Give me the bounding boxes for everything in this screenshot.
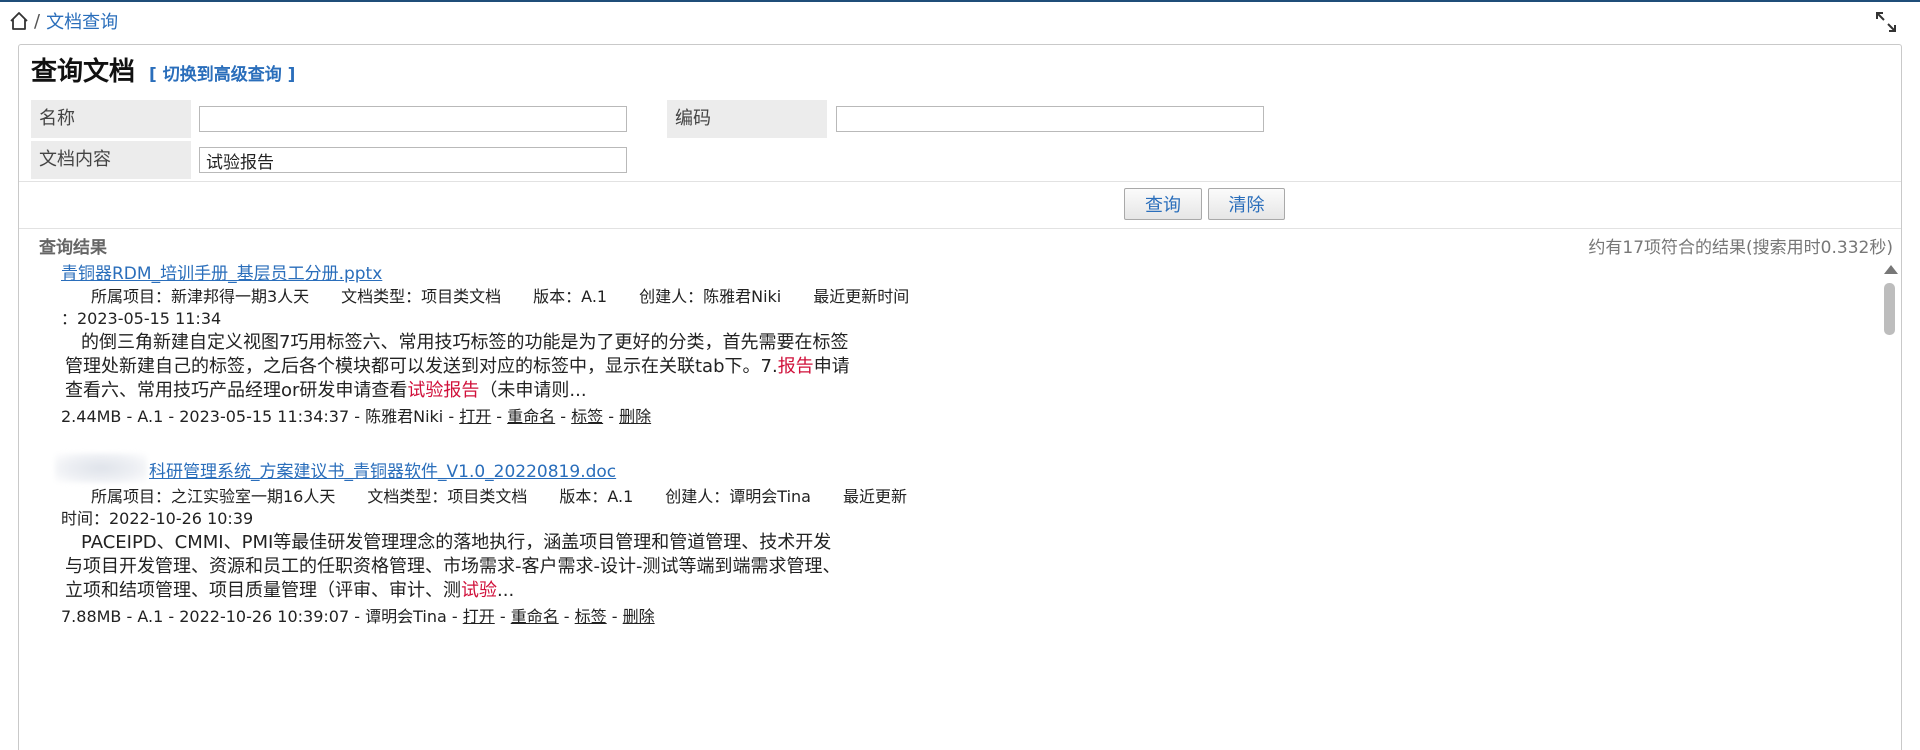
snippet-text: 立项和结项管理、项目质量管理（评审、审计、测 — [65, 580, 461, 601]
result-meta-line: 时间：2022-10-26 10:39 — [61, 509, 254, 528]
snippet-highlight: 试验报告 — [407, 380, 480, 401]
name-input[interactable] — [199, 106, 627, 132]
snippet-highlight: 报告 — [777, 356, 814, 377]
file-info: 2.44MB - A.1 - 2023-05-15 11:34:37 - 陈雅君… — [61, 407, 460, 426]
separator: - — [555, 407, 572, 426]
open-link[interactable]: 打开 — [459, 407, 491, 426]
clear-button[interactable]: 清除 — [1208, 188, 1285, 220]
results-count: 约有17项符合的结果(搜索用时0.332秒) — [1588, 238, 1893, 258]
rename-link[interactable]: 重命名 — [507, 407, 555, 426]
snippet-text: （未申请则... — [479, 380, 587, 401]
snippet-text: 的倒三角新建自定义视图7巧用标签六、常用技巧标签的功能是为了更好的分类，首先需要… — [81, 332, 849, 353]
result-footer: 2.44MB - A.1 - 2023-05-15 11:34:37 - 陈雅君… — [61, 403, 651, 427]
page-title: 查询文档 — [31, 57, 136, 87]
tag-link[interactable]: 标签 — [575, 607, 607, 626]
result-footer: 7.88MB - A.1 - 2022-10-26 10:39:07 - 谭明会… — [61, 603, 655, 627]
breadcrumb: / 文档查询 — [8, 8, 118, 34]
snippet-text: PACEIPD、CMMI、PMI等最佳研发管理理念的落地执行，涵盖项目管理和管道… — [81, 532, 832, 553]
snippet-text: 查看六、常用技巧产品经理or研发申请查看 — [65, 380, 408, 401]
breadcrumb-current[interactable]: 文档查询 — [46, 8, 118, 34]
redacted-blur — [55, 453, 147, 483]
result-snippet: 的倒三角新建自定义视图7巧用标签六、常用技巧标签的功能是为了更好的分类，首先需要… — [65, 331, 1005, 403]
top-border — [0, 0, 1920, 2]
result-snippet: PACEIPD、CMMI、PMI等最佳研发管理理念的落地执行，涵盖项目管理和管道… — [65, 531, 1005, 603]
breadcrumb-separator: / — [34, 10, 41, 32]
tag-link[interactable]: 标签 — [571, 407, 603, 426]
delete-link[interactable]: 删除 — [623, 607, 655, 626]
home-icon[interactable] — [8, 10, 30, 32]
snippet-text: 与项目开发管理、资源和员工的任职资格管理、市场需求-客户需求-设计-测试等端到端… — [65, 556, 841, 577]
code-input[interactable] — [836, 106, 1264, 132]
code-label: 编码 — [667, 100, 827, 138]
name-label: 名称 — [31, 100, 191, 138]
separator: - — [603, 407, 620, 426]
results-label: 查询结果 — [39, 238, 107, 258]
search-panel: 查询文档 [ 切换到高级查询 ] 名称 编码 文档内容 查询 清除 查询结果 约… — [18, 44, 1902, 750]
separator: - — [494, 607, 511, 626]
snippet-text: ... — [497, 580, 515, 601]
rename-link[interactable]: 重命名 — [511, 607, 559, 626]
result-meta-line: 所属项目：之江实验室一期16人天 文档类型：项目类文档 版本：A.1 创建人：谭… — [91, 487, 907, 506]
open-link[interactable]: 打开 — [463, 607, 495, 626]
result-meta: 所属项目：之江实验室一期16人天 文档类型：项目类文档 版本：A.1 创建人：谭… — [61, 486, 1001, 530]
results-list: 青铜器RDM_培训手册_基层员工分册.pptx 所属项目：新津邦得一期3人天 文… — [19, 259, 1877, 750]
scroll-up-arrow-icon[interactable] — [1884, 265, 1898, 274]
result-meta-line: ：2023-05-15 11:34 — [61, 309, 222, 328]
delete-link[interactable]: 删除 — [619, 407, 651, 426]
switch-to-advanced-link[interactable]: [ 切换到高级查询 ] — [149, 60, 295, 85]
content-label: 文档内容 — [31, 141, 191, 179]
result-meta-line: 所属项目：新津邦得一期3人天 文档类型：项目类文档 版本：A.1 创建人：陈雅君… — [91, 287, 910, 306]
result-meta: 所属项目：新津邦得一期3人天 文档类型：项目类文档 版本：A.1 创建人：陈雅君… — [61, 286, 1001, 330]
result-title-link[interactable]: 科研管理系统_方案建议书_青铜器软件_V1.0_20220819.doc — [149, 457, 616, 482]
content-input[interactable] — [199, 147, 627, 173]
scrollbar[interactable] — [1881, 263, 1899, 750]
expand-icon[interactable] — [1874, 10, 1898, 34]
scrollbar-thumb[interactable] — [1884, 283, 1895, 335]
search-button[interactable]: 查询 — [1124, 188, 1202, 220]
snippet-highlight: 试验 — [461, 580, 497, 601]
separator: - — [558, 607, 575, 626]
snippet-text: 管理处新建自己的标签，之后各个模块都可以发送到对应的标签中，显示在关联tab下。… — [65, 356, 778, 377]
file-info: 7.88MB - A.1 - 2022-10-26 10:39:07 - 谭明会… — [61, 607, 463, 626]
separator: - — [606, 607, 623, 626]
snippet-text: 申请 — [813, 356, 850, 377]
result-title-link[interactable]: 青铜器RDM_培训手册_基层员工分册.pptx — [61, 259, 382, 284]
separator: - — [491, 407, 508, 426]
button-bar: 查询 清除 — [19, 181, 1901, 229]
